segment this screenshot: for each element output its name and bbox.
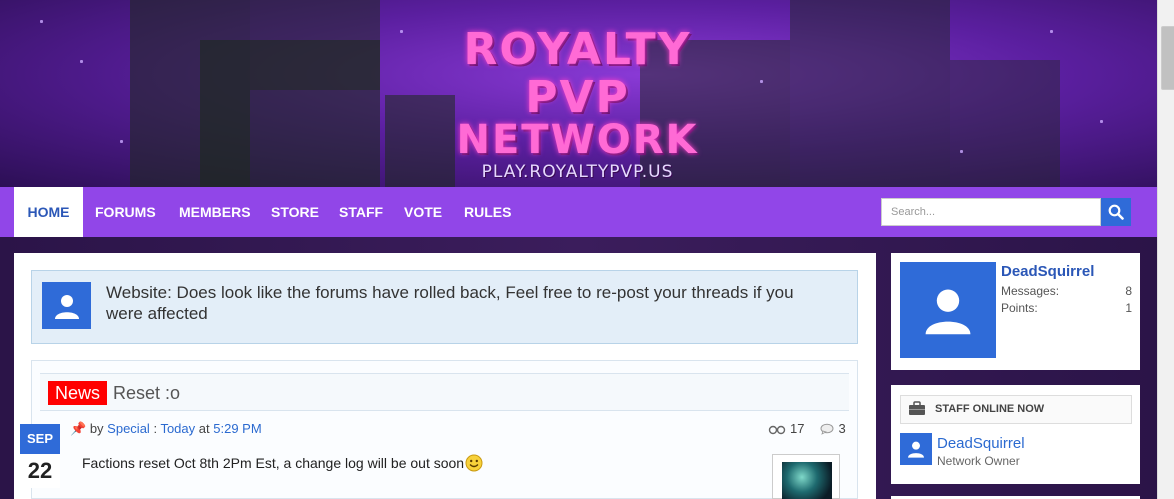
post-meta: 📌 by Special : Today at 5:29 PM: [70, 421, 262, 437]
nav-rules[interactable]: RULES: [464, 187, 511, 237]
meta-sep: :: [153, 421, 158, 436]
staff-avatar[interactable]: [900, 433, 932, 465]
staff-role: Network Owner: [937, 454, 1020, 468]
post-body-text: Factions reset Oct 8th 2Pm Est, a change…: [82, 455, 465, 471]
news-tag[interactable]: News: [48, 381, 107, 405]
user-name-link[interactable]: DeadSquirrel: [1001, 263, 1094, 280]
post-date: SEP 22: [20, 424, 60, 488]
news-title[interactable]: Reset :o: [113, 381, 180, 405]
staff-name-link[interactable]: DeadSquirrel: [937, 435, 1025, 452]
replies-count: 3: [838, 421, 846, 436]
meta-at: at: [198, 421, 210, 436]
smile-emoji-icon: [465, 454, 483, 472]
logo-line-2: NETWORK: [456, 117, 699, 163]
post-body: Factions reset Oct 8th 2Pm Est, a change…: [82, 454, 483, 472]
notice-avatar: [42, 282, 91, 329]
nav-forums[interactable]: FORUMS: [95, 187, 156, 237]
site-notice: Website: Does look like the forums have …: [31, 270, 858, 344]
nav-staff[interactable]: STAFF: [339, 187, 383, 237]
search-icon: [1108, 204, 1124, 220]
notice-text: Website: Does look like the forums have …: [106, 283, 794, 323]
post-author-link[interactable]: Special: [107, 421, 150, 436]
scrollbar-thumb[interactable]: [1161, 26, 1174, 90]
post-day-link[interactable]: Today: [160, 421, 195, 436]
messages-count[interactable]: 8: [1125, 284, 1132, 298]
pin-icon: 📌: [70, 421, 87, 436]
nav-vote[interactable]: VOTE: [404, 187, 442, 237]
logo-line-1: ROYALTY PVP: [463, 24, 692, 123]
nav-members[interactable]: MEMBERS: [179, 187, 251, 237]
user-icon: [925, 289, 971, 335]
search-button[interactable]: [1101, 198, 1131, 226]
post-stats: 17 3: [768, 421, 846, 437]
briefcase-icon: [909, 401, 925, 415]
user-points-row: Points: 1: [1001, 301, 1132, 315]
page-scrollbar[interactable]: [1157, 0, 1174, 499]
search-input[interactable]: Search...: [881, 198, 1101, 226]
thumbnail-image: [782, 462, 832, 499]
logo-server-address: PLAY.ROYALTYPVP.US: [481, 162, 674, 182]
points-count[interactable]: 1: [1125, 301, 1132, 315]
comment-icon: [820, 423, 834, 435]
post-thumbnail[interactable]: [772, 454, 840, 499]
user-avatar[interactable]: [900, 262, 996, 358]
meta-by: by: [89, 421, 104, 436]
messages-label: Messages:: [1001, 284, 1060, 298]
user-messages-row: Messages: 8: [1001, 284, 1132, 298]
staff-online-header: STAFF ONLINE NOW: [900, 395, 1132, 424]
site-logo[interactable]: ROYALTY PVP NETWORK PLAY.ROYALTYPVP.US: [405, 24, 750, 183]
nav-store[interactable]: STORE: [271, 187, 319, 237]
views-count: 17: [790, 421, 805, 436]
user-icon: [54, 294, 79, 319]
points-label: Points:: [1001, 301, 1038, 315]
views-icon: [768, 425, 786, 435]
user-icon: [908, 441, 924, 458]
post-date-month: SEP: [20, 424, 60, 454]
nav-home[interactable]: HOME: [14, 187, 83, 237]
post-date-day: 22: [20, 454, 60, 488]
post-time-link[interactable]: 5:29 PM: [213, 421, 261, 436]
